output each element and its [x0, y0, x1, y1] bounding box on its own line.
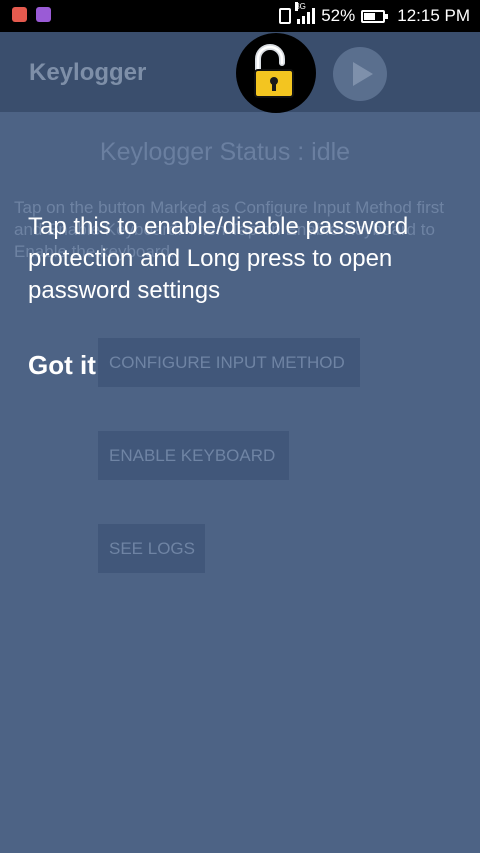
see-logs-button[interactable]: SEE LOGS [98, 524, 205, 573]
notification-app-icon [12, 7, 27, 22]
got-it-button[interactable]: Got it [28, 350, 96, 381]
app-title: Keylogger [29, 59, 147, 86]
keylogger-status: Keylogger Status : idle [99, 138, 351, 166]
play-icon[interactable] [333, 47, 387, 101]
padlock-open-icon[interactable] [236, 33, 316, 113]
battery-icon [361, 9, 389, 23]
screen: 3G 52% 12:15 PM Keylogger Keylogger Stat… [0, 0, 480, 853]
status-bar: 3G 52% 12:15 PM [0, 0, 480, 32]
enable-keyboard-button[interactable]: ENABLE KEYBOARD [98, 431, 289, 480]
vibrate-icon [279, 8, 292, 24]
clock: 12:15 PM [397, 6, 470, 25]
spotlight-target[interactable] [236, 33, 316, 113]
network-type: 3G [295, 2, 306, 11]
battery-percentage: 52% [321, 6, 356, 25]
system-icons: 3G 52% 12:15 PM [279, 2, 470, 26]
notification-gallery-icon [36, 7, 51, 22]
notification-icons [12, 7, 51, 22]
showcase-tip-text: Tap this to enable/disable password prot… [28, 213, 409, 304]
signal-icon: 3G [295, 2, 316, 24]
configure-input-method-button[interactable]: CONFIGURE INPUT METHOD [98, 338, 360, 387]
